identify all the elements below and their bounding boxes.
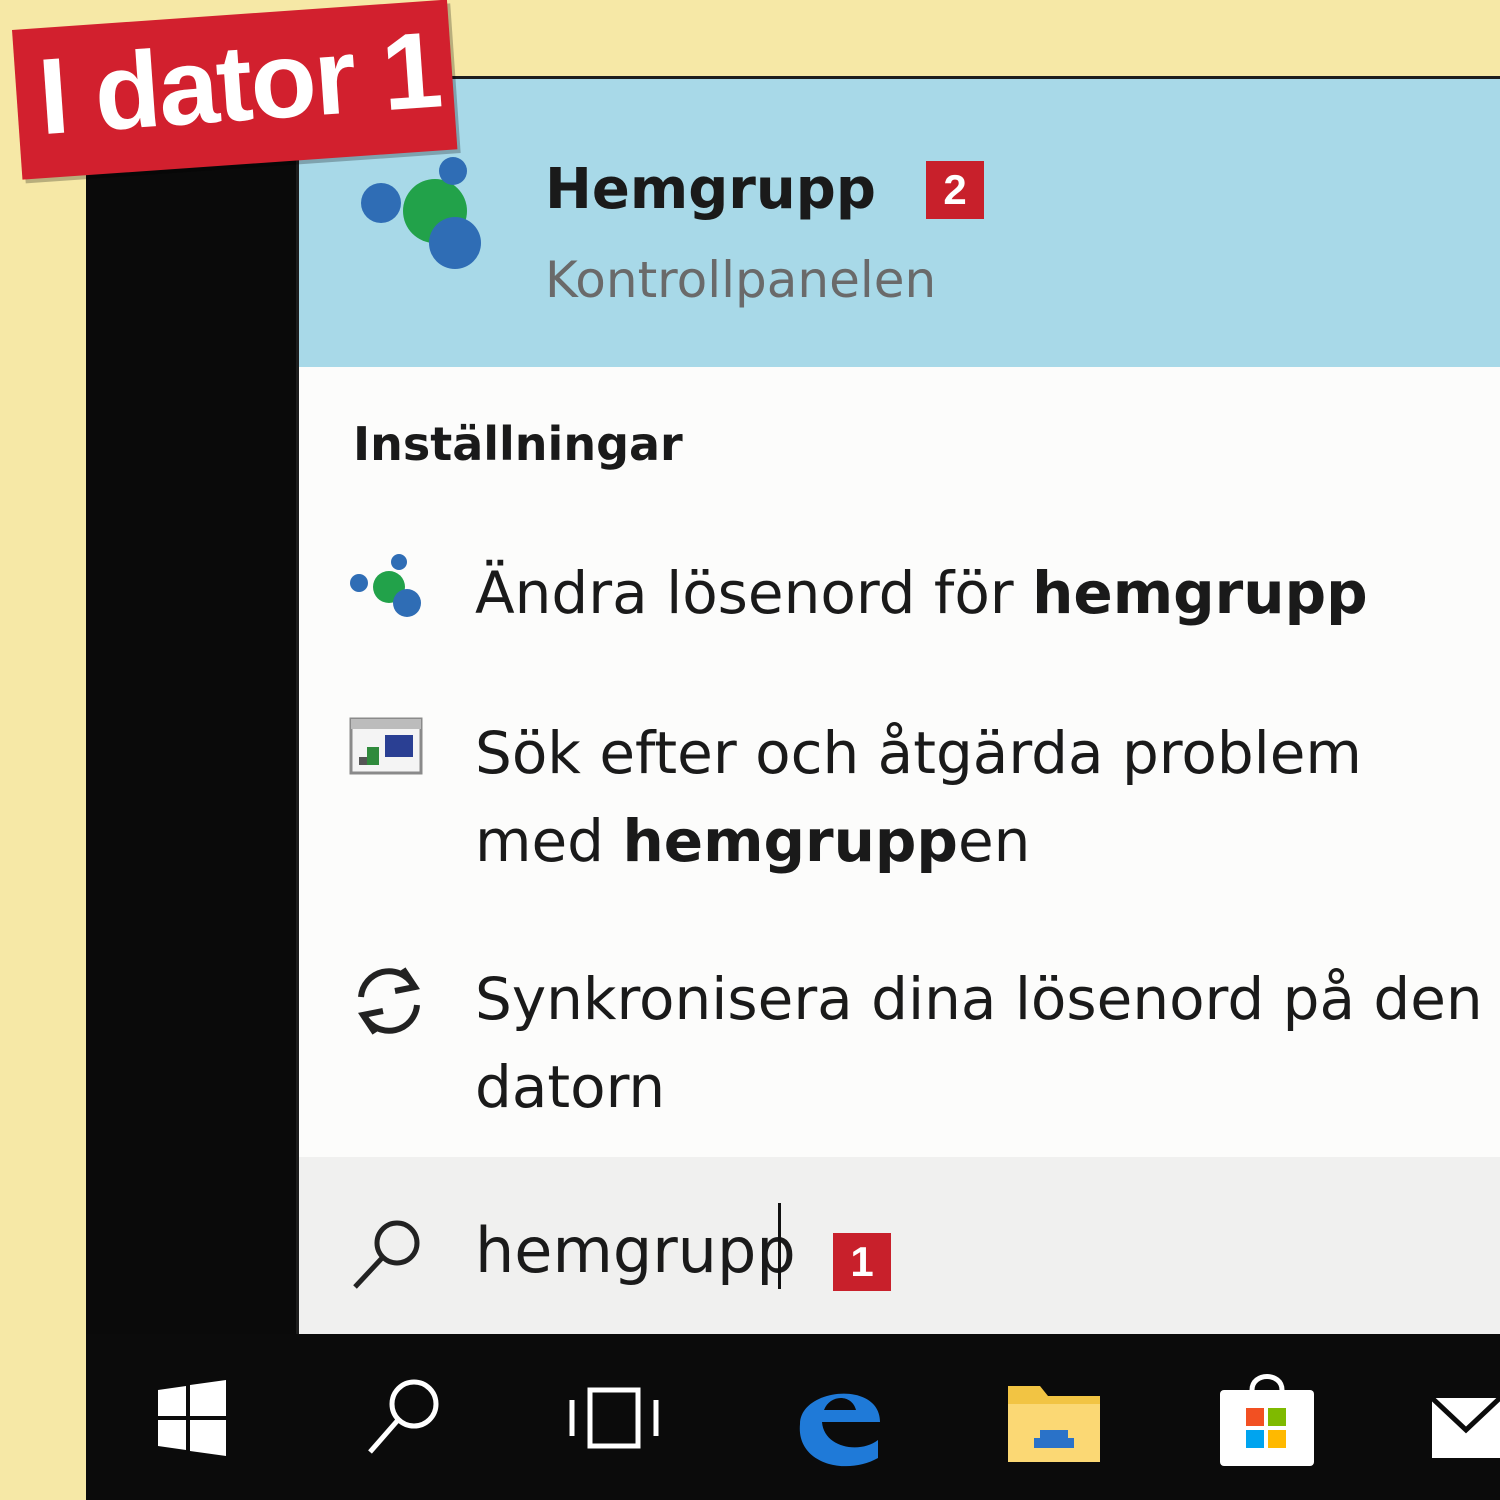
search-icon[interactable] xyxy=(364,1368,444,1468)
mail-icon[interactable] xyxy=(1426,1368,1500,1468)
windows-start-icon[interactable] xyxy=(154,1368,230,1468)
step-badge-2: 2 xyxy=(926,161,984,219)
step-badge-1: 1 xyxy=(833,1233,891,1291)
result-label: Synkronisera dina lösenord på den datorn xyxy=(475,965,1483,1121)
store-icon[interactable] xyxy=(1214,1368,1320,1468)
corner-label: I dator 1 xyxy=(12,0,458,180)
sync-icon xyxy=(358,967,420,1035)
troubleshoot-window-icon xyxy=(349,717,423,775)
section-heading-settings: Inställningar xyxy=(353,417,683,471)
result-change-homegroup-password[interactable]: Ändra lösenord för hemgrupp xyxy=(299,549,1500,669)
homegroup-icon xyxy=(350,554,421,617)
best-match-title: Hemgrupp xyxy=(545,157,876,222)
result-label: Sök efter och åtgärda problem med hemgrup… xyxy=(475,719,1362,875)
best-match-homegroup[interactable]: Hemgrupp 2 Kontrollpanelen xyxy=(299,79,1500,367)
file-explorer-icon[interactable] xyxy=(1004,1368,1104,1468)
search-results-panel: Hemgrupp 2 Kontrollpanelen Inställningar… xyxy=(296,76,1500,1337)
search-input[interactable] xyxy=(475,1195,1035,1305)
text-caret xyxy=(778,1203,781,1289)
best-match-subtitle: Kontrollpanelen xyxy=(545,251,937,309)
result-sync-passwords[interactable]: Synkronisera dina lösenord på den datorn xyxy=(299,955,1500,1145)
taskbar xyxy=(86,1334,1500,1500)
search-icon xyxy=(353,1220,420,1289)
desktop-edge xyxy=(86,150,300,1340)
task-view-icon[interactable] xyxy=(566,1368,662,1468)
search-box[interactable]: 1 xyxy=(299,1157,1500,1337)
result-label: Ändra lösenord för hemgrupp xyxy=(475,559,1368,627)
result-troubleshoot-homegroup[interactable]: Sök efter och åtgärda problem med hemgrup… xyxy=(299,709,1500,899)
homegroup-icon xyxy=(361,157,481,269)
edge-icon[interactable] xyxy=(790,1368,886,1468)
